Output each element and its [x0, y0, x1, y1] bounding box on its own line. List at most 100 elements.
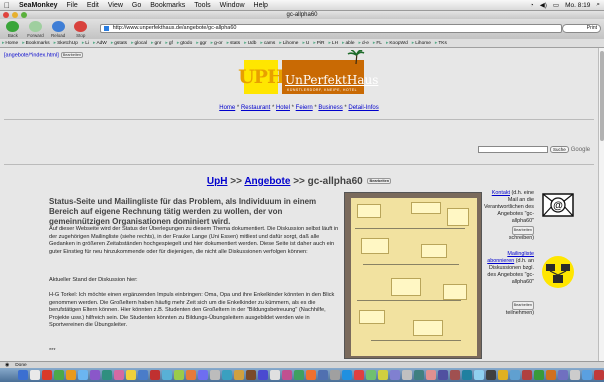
bookmark-item[interactable]: PiR	[313, 41, 325, 46]
dock-app-icon[interactable]	[474, 370, 484, 380]
dock-app-icon[interactable]	[366, 370, 376, 380]
dock-app-icon[interactable]	[150, 370, 160, 380]
bookmark-item[interactable]: gtodo	[177, 41, 192, 46]
dock-app-icon[interactable]	[390, 370, 400, 380]
dock-app-icon[interactable]	[486, 370, 496, 380]
site-logo[interactable]: UPH UnPerfektHaus KÜNSTLERDORF, KNEIPE, …	[238, 50, 378, 94]
dock-app-icon[interactable]	[246, 370, 256, 380]
menu-window[interactable]: Window	[220, 2, 245, 9]
bookmark-item[interactable]: Lihome	[279, 41, 299, 46]
dock-app-icon[interactable]	[294, 370, 304, 380]
dock-app-icon[interactable]	[330, 370, 340, 380]
print-button[interactable]: Print	[561, 24, 602, 33]
dock-app-icon[interactable]	[126, 370, 136, 380]
bookmark-item[interactable]: gnr	[151, 41, 161, 46]
bookmark-item[interactable]: g-or	[211, 41, 223, 46]
nav-restaurant[interactable]: Restaurant	[241, 105, 270, 111]
bookmark-item[interactable]: gf	[165, 41, 173, 46]
bookmark-item[interactable]: AdW	[93, 41, 106, 46]
index-link[interactable]: [angebote/*index.html]	[4, 52, 59, 58]
dock-app-icon[interactable]	[210, 370, 220, 380]
nav-feiern[interactable]: Feiern	[296, 105, 313, 111]
wifi-icon[interactable]: ◔	[530, 2, 534, 9]
vertical-scrollbar[interactable]	[598, 48, 604, 361]
dock-app-icon[interactable]	[498, 370, 508, 380]
mailinglist-icon[interactable]	[540, 254, 576, 290]
edit-button-contact[interactable]: Bearbeiten	[511, 226, 534, 235]
zoom-window-icon[interactable]	[21, 12, 27, 18]
spotlight-icon[interactable]: ⌕	[596, 1, 600, 9]
site-search-button[interactable]: Suche	[550, 146, 569, 153]
dock-app-icon[interactable]	[174, 370, 184, 380]
bookmark-item[interactable]: cams	[260, 41, 275, 46]
dock-app-icon[interactable]	[318, 370, 328, 380]
mail-icon[interactable]: @	[540, 187, 576, 223]
dock-app-icon[interactable]	[534, 370, 544, 380]
dock-app-icon[interactable]	[558, 370, 568, 380]
bookmark-item[interactable]: TKs	[435, 41, 447, 46]
bookmark-item[interactable]: ggr	[196, 41, 207, 46]
dock-app-icon[interactable]	[282, 370, 292, 380]
edit-button-heading[interactable]: Bearbeiten	[367, 178, 392, 185]
dock-app-icon[interactable]	[138, 370, 148, 380]
menu-tools[interactable]: Tools	[194, 2, 210, 9]
bookmark-item[interactable]: FL	[373, 41, 382, 46]
nav-home[interactable]: Home	[219, 105, 235, 111]
dock-app-icon[interactable]	[594, 370, 604, 380]
dock-app-icon[interactable]	[306, 370, 316, 380]
bookmark-item[interactable]: KoopWd	[386, 41, 407, 46]
dock-app-icon[interactable]	[546, 370, 556, 380]
bookmark-item[interactable]: U	[302, 41, 309, 46]
battery-icon[interactable]: ▭	[553, 1, 559, 9]
dock-app-icon[interactable]	[222, 370, 232, 380]
dock-app-icon[interactable]	[354, 370, 364, 380]
dock-app-icon[interactable]	[378, 370, 388, 380]
dock-app-icon[interactable]	[450, 370, 460, 380]
dock-app-icon[interactable]	[342, 370, 352, 380]
forward-button[interactable]: Forward	[26, 21, 46, 38]
bookmark-item[interactable]: able	[342, 41, 354, 46]
menu-app-name[interactable]: SeaMonkey	[19, 2, 58, 9]
menu-edit[interactable]: Edit	[87, 2, 99, 9]
dock-app-icon[interactable]	[186, 370, 196, 380]
menu-file[interactable]: File	[67, 2, 78, 9]
nav-detail-infos[interactable]: Detail-Infos	[348, 105, 378, 111]
apple-icon[interactable]: 	[4, 1, 10, 10]
dock-app-icon[interactable]	[102, 370, 112, 380]
menu-help[interactable]: Help	[254, 2, 268, 9]
dock-app-icon[interactable]	[570, 370, 580, 380]
dock-app-icon[interactable]	[462, 370, 472, 380]
dock-app-icon[interactable]	[414, 370, 424, 380]
bookmark-item[interactable]: Lihome	[412, 41, 431, 46]
menu-go[interactable]: Go	[132, 2, 141, 9]
volume-icon[interactable]: ◀)	[540, 1, 547, 9]
contact-link[interactable]: Kontakt	[492, 190, 510, 196]
dock-app-icon[interactable]	[582, 370, 592, 380]
edit-button-mailinglist[interactable]: Bearbeiten	[511, 301, 534, 310]
bookmark-item[interactable]: SketchUp	[54, 41, 78, 46]
menu-view[interactable]: View	[108, 2, 123, 9]
dock-app-icon[interactable]	[66, 370, 76, 380]
bookmark-item[interactable]: Li	[82, 41, 89, 46]
nav-business[interactable]: Business	[318, 105, 342, 111]
dock-app-icon[interactable]	[426, 370, 436, 380]
dock-app-icon[interactable]	[510, 370, 520, 380]
dock-app-icon[interactable]	[30, 370, 40, 380]
nav-hotel[interactable]: Hotel	[276, 105, 290, 111]
dock-app-icon[interactable]	[234, 370, 244, 380]
dock-app-icon[interactable]	[18, 370, 28, 380]
dock-app-icon[interactable]	[90, 370, 100, 380]
breadcrumb-uph[interactable]: UpH	[207, 176, 228, 187]
bookmark-item[interactable]: Bookmarks	[22, 41, 50, 46]
dock-app-icon[interactable]	[198, 370, 208, 380]
dock-app-icon[interactable]	[114, 370, 124, 380]
reload-button[interactable]: Reload	[48, 21, 68, 38]
menu-bookmarks[interactable]: Bookmarks	[150, 2, 185, 9]
status-icon[interactable]: ◉	[5, 363, 9, 368]
clock[interactable]: Mo. 8:19	[565, 2, 590, 9]
dock-app-icon[interactable]	[42, 370, 52, 380]
bookmark-item[interactable]: Home	[2, 41, 18, 46]
site-search-input[interactable]	[478, 146, 548, 153]
dock-app-icon[interactable]	[78, 370, 88, 380]
bookmark-item[interactable]: stats	[227, 41, 240, 46]
